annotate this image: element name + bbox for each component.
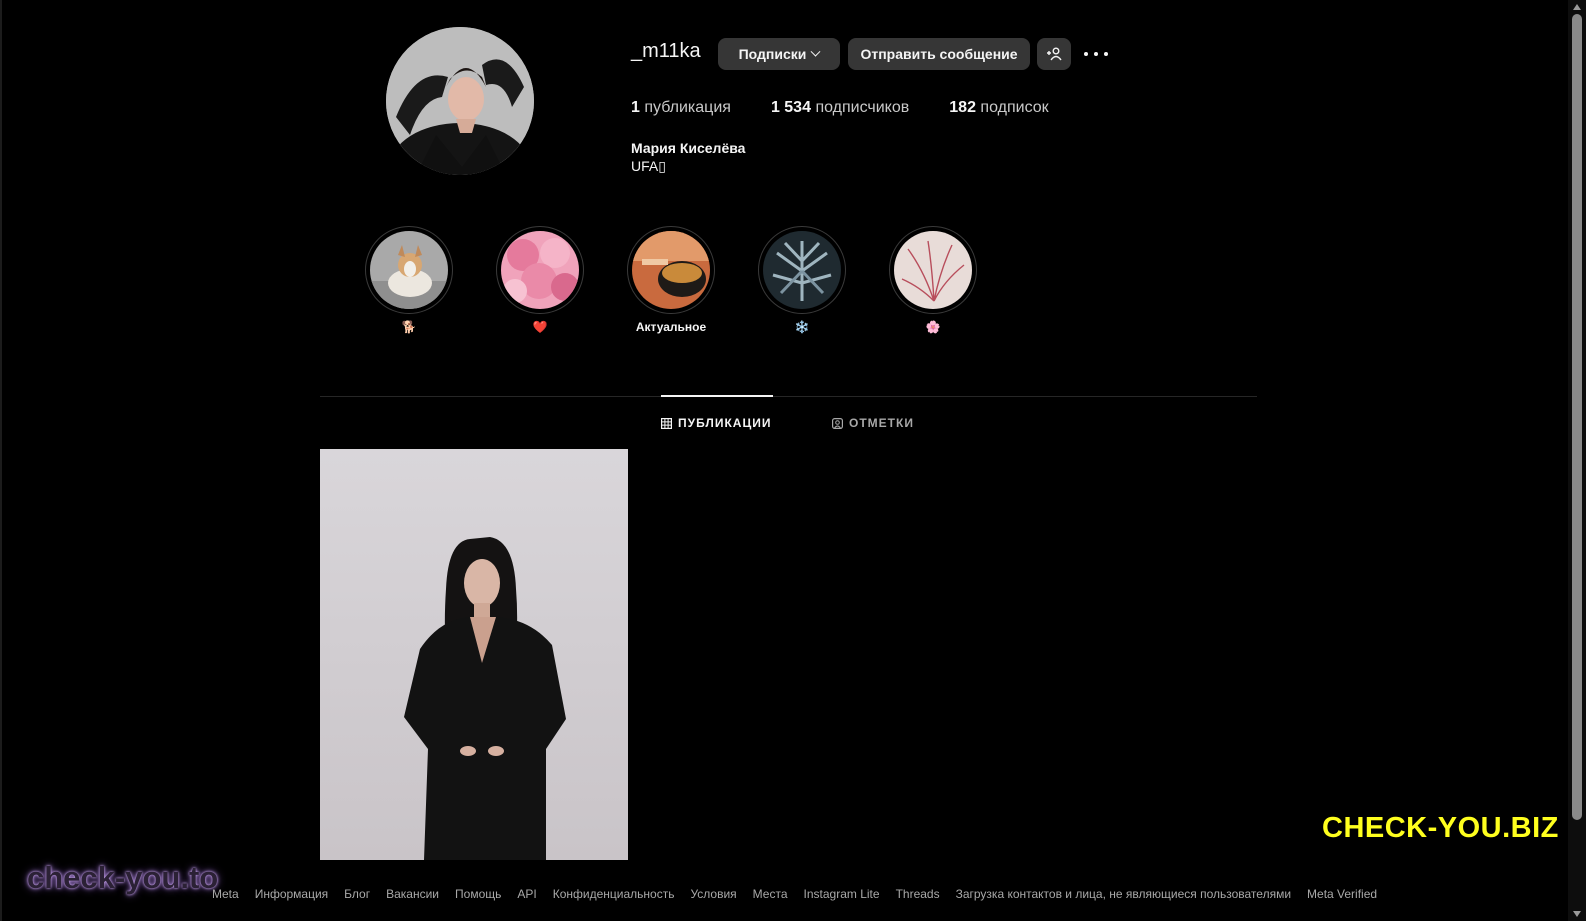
suggest-accounts-button[interactable] — [1037, 38, 1071, 70]
tab-posts[interactable]: ПУБЛИКАЦИИ — [661, 416, 771, 430]
window-edge — [0, 0, 2, 921]
highlight-cover-tea — [632, 231, 710, 309]
footer-link-threads[interactable]: Threads — [896, 887, 940, 901]
footer-link-privacy[interactable]: Конфиденциальность — [553, 887, 675, 901]
followers-label: подписчиков — [815, 99, 910, 116]
profile-stats: 1 публикация 1 534 подписчиков 182 подпи… — [631, 99, 1089, 117]
vertical-scrollbar[interactable] — [1568, 0, 1586, 921]
send-message-label: Отправить сообщение — [860, 46, 1018, 62]
tab-tagged[interactable]: ОТМЕТКИ — [832, 416, 914, 430]
highlight-ring — [889, 226, 977, 314]
footer-link-meta[interactable]: Meta — [212, 887, 239, 901]
highlight-label: 🌸 — [925, 320, 941, 334]
avatar-image — [386, 27, 534, 175]
highlight-item[interactable]: Актуальное — [627, 226, 715, 336]
highlight-item[interactable]: 🐕 — [365, 226, 453, 336]
following-button-label: Подписки — [738, 46, 807, 62]
footer-link-locations[interactable]: Места — [753, 887, 788, 901]
scrollbar-thumb[interactable] — [1572, 14, 1582, 820]
profile-full-name: Мария Киселёва — [631, 140, 746, 156]
highlight-ring — [758, 226, 846, 314]
highlight-label: ❤️ — [532, 320, 548, 334]
highlight-item[interactable]: ❤️ — [496, 226, 584, 336]
footer-link-meta-verified[interactable]: Meta Verified — [1307, 887, 1377, 901]
followers-count: 1 534 — [770, 99, 811, 116]
footer-link-instagram-lite[interactable]: Instagram Lite — [804, 887, 880, 901]
following-label: подписок — [980, 99, 1049, 116]
footer-link-about[interactable]: Информация — [255, 887, 328, 901]
highlight-cover-dog — [370, 231, 448, 309]
highlight-label: 🐕 — [401, 320, 417, 334]
send-message-button[interactable]: Отправить сообщение — [848, 38, 1030, 70]
following-stat[interactable]: 182 подписок — [949, 99, 1048, 117]
following-count: 182 — [949, 99, 976, 116]
scroll-up-arrow-icon[interactable] — [1573, 4, 1581, 10]
active-tab-indicator — [661, 395, 773, 397]
posts-stat: 1 публикация — [631, 99, 731, 117]
highlight-label: Актуальное — [635, 320, 707, 334]
footer-link-api[interactable]: API — [517, 887, 536, 901]
scroll-down-arrow-icon[interactable] — [1573, 911, 1581, 917]
footer-link-terms[interactable]: Условия — [690, 887, 736, 901]
following-button[interactable]: Подписки — [718, 38, 840, 70]
person-plus-icon — [1047, 47, 1062, 61]
grid-icon — [661, 417, 672, 429]
posts-count: 1 — [631, 99, 640, 116]
profile-avatar[interactable] — [386, 27, 534, 175]
profile-bio: UFA▯ — [631, 158, 666, 174]
highlight-ring — [365, 226, 453, 314]
highlight-ring — [496, 226, 584, 314]
footer-link-blog[interactable]: Блог — [344, 887, 370, 901]
footer-links: Meta Информация Блог Вакансии Помощь API… — [212, 887, 1393, 901]
tab-posts-label: ПУБЛИКАЦИИ — [678, 416, 772, 430]
highlight-cover-pampas — [894, 231, 972, 309]
profile-page: _m11ka Подписки Отправить сообщение 1 пу… — [0, 0, 1586, 921]
highlight-cover-peonies — [501, 231, 579, 309]
footer-link-contact-upload[interactable]: Загрузка контактов и лица, не являющиеся… — [956, 887, 1291, 901]
watermark-check-you-to: check-you.to — [27, 860, 219, 895]
ellipsis-icon[interactable] — [1084, 44, 1108, 64]
highlight-cover-spruce — [763, 231, 841, 309]
tabs-divider — [320, 396, 1257, 397]
post-image — [320, 449, 628, 860]
tab-tagged-label: ОТМЕТКИ — [849, 416, 914, 430]
highlight-label: ❄️ — [794, 320, 810, 334]
footer-link-jobs[interactable]: Вакансии — [386, 887, 439, 901]
highlight-item[interactable]: ❄️ — [758, 226, 846, 336]
chevron-down-icon — [810, 46, 821, 57]
profile-username: _m11ka — [631, 40, 701, 62]
highlight-ring — [627, 226, 715, 314]
tagged-user-icon — [832, 417, 843, 429]
footer-link-help[interactable]: Помощь — [455, 887, 501, 901]
post-thumbnail[interactable] — [320, 449, 628, 860]
posts-label: публикация — [644, 99, 731, 116]
highlight-item[interactable]: 🌸 — [889, 226, 977, 336]
watermark-check-you-biz: CHECK-YOU.BIZ — [1322, 812, 1559, 844]
followers-stat[interactable]: 1 534 подписчиков — [771, 99, 909, 117]
